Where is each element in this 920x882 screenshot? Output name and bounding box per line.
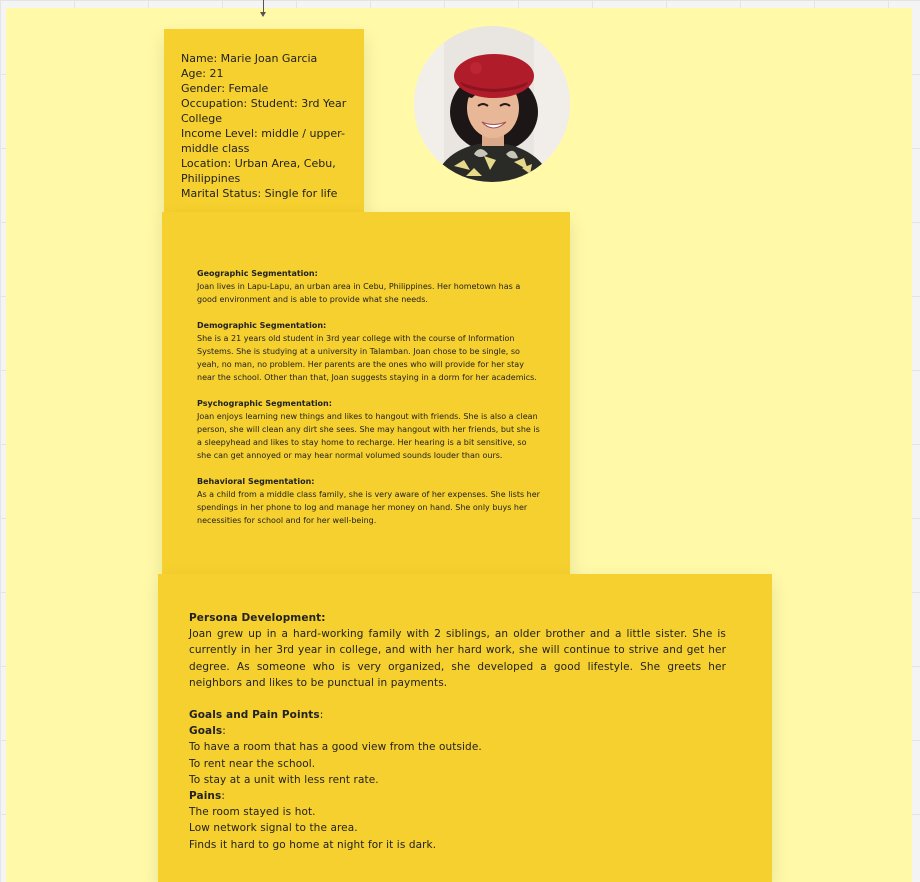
persona-profile-sticky-note[interactable]: Name: Marie Joan Garcia Age: 21 Gender: … — [164, 29, 364, 214]
psychographic-text: Joan enjoys learning new things and like… — [197, 412, 540, 460]
pain-item: Low network signal to the area. — [189, 822, 358, 835]
behavioral-segmentation: Behavioral Segmentation: As a child from… — [197, 475, 540, 527]
persona-development-heading: Persona Development: — [189, 612, 326, 624]
profile-occupation: Occupation: Student: 3rd Year College — [181, 97, 347, 125]
persona-development-sticky-note[interactable]: Persona Development: Joan grew up in a h… — [158, 574, 772, 882]
goals-colon: : — [222, 725, 226, 738]
segmentation-sticky-note[interactable]: Geographic Segmentation: Joan lives in L… — [162, 212, 570, 574]
profile-gender: Gender: Female — [181, 82, 269, 95]
geographic-text: Joan lives in Lapu-Lapu, an urban area i… — [197, 282, 521, 304]
profile-name: Name: Marie Joan Garcia — [181, 52, 318, 65]
profile-income: Income Level: middle / upper-middle clas… — [181, 127, 345, 155]
demographic-text: She is a 21 years old student in 3rd yea… — [197, 334, 537, 382]
profile-age: Age: 21 — [181, 67, 224, 80]
pain-item: The room stayed is hot. — [189, 806, 316, 819]
goals-pains-colon: : — [319, 709, 324, 722]
profile-marital-status: Marital Status: Single for life — [181, 187, 338, 200]
geographic-segmentation: Geographic Segmentation: Joan lives in L… — [197, 267, 540, 306]
demographic-segmentation: Demographic Segmentation: She is a 21 ye… — [197, 319, 540, 384]
profile-location: Location: Urban Area, Cebu, Philippines — [181, 157, 336, 185]
goal-item: To have a room that has a good view from… — [189, 741, 482, 754]
goals-heading: Goals — [189, 725, 223, 738]
geographic-heading: Geographic Segmentation: — [197, 269, 318, 278]
demographic-heading: Demographic Segmentation: — [197, 321, 327, 330]
goal-item: To rent near the school. — [189, 757, 316, 770]
goals-pains-heading: Goals and Pain Points — [189, 709, 320, 722]
psychographic-heading: Psychographic Segmentation: — [197, 399, 332, 408]
goals-line: Goals: — [189, 723, 726, 739]
persona-development-text: Joan grew up in a hard-working family wi… — [189, 628, 726, 689]
behavioral-text: As a child from a middle class family, s… — [197, 490, 540, 525]
pains-line: Pains: — [189, 788, 726, 804]
persona-avatar[interactable] — [414, 26, 570, 182]
behavioral-heading: Behavioral Segmentation: — [197, 477, 315, 486]
pain-item: Finds it hard to go home at night for it… — [189, 838, 437, 851]
persona-photo — [414, 26, 570, 182]
pains-colon: : — [221, 790, 225, 803]
goal-item: To stay at a unit with less rent rate. — [189, 773, 379, 786]
pains-heading: Pains — [189, 790, 222, 803]
psychographic-segmentation: Psychographic Segmentation: Joan enjoys … — [197, 397, 540, 462]
goals-pains-line: Goals and Pain Points: — [189, 707, 726, 723]
arrow-down-icon — [260, 12, 266, 17]
